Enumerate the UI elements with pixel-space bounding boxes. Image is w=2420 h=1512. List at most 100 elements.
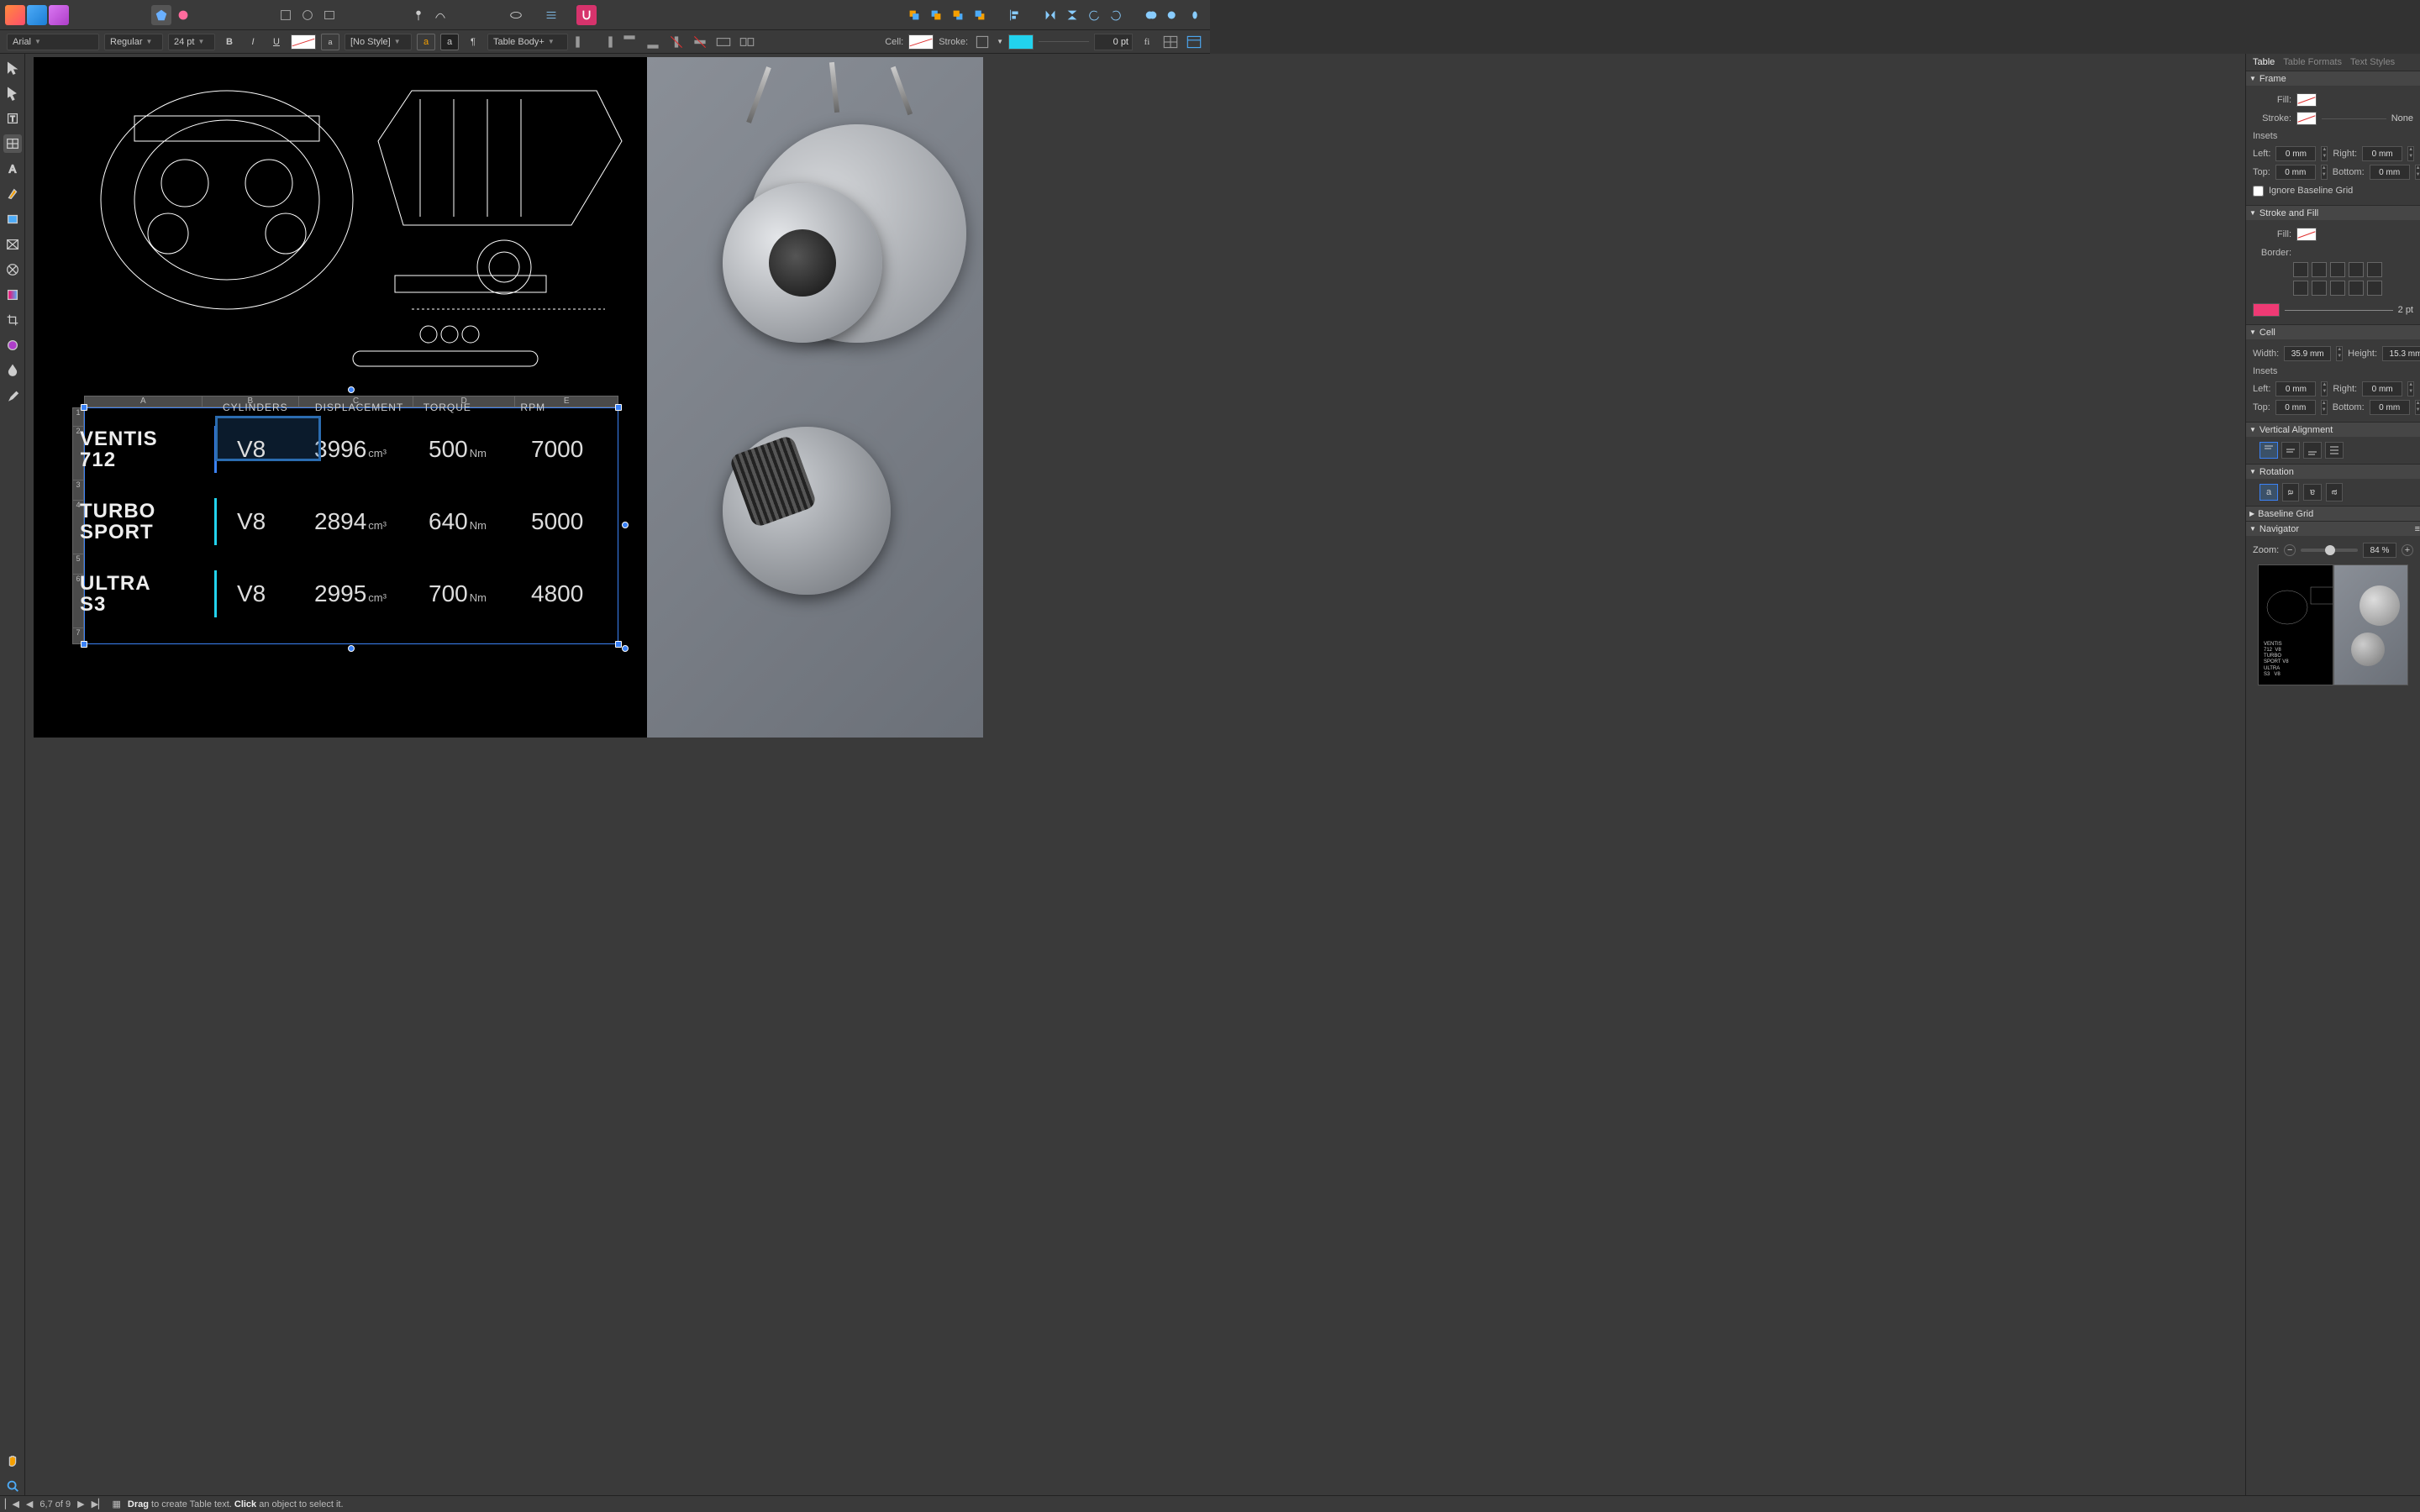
color-picker-tool[interactable]: [3, 386, 22, 405]
canvas[interactable]: A B C D E 1 2 3 4 5 6 7 CYLINDERS DISPL: [25, 54, 2245, 1495]
rotation-panel-header[interactable]: ▼Rotation: [2246, 464, 2420, 479]
zoom-slider[interactable]: [2301, 549, 2358, 552]
flip-v-icon[interactable]: [1062, 5, 1082, 25]
pin-icon[interactable]: [408, 5, 429, 25]
table-row[interactable]: VENTIS712 V8 3996cm³ 500Nm 7000: [80, 413, 618, 486]
vector-brush-tool[interactable]: [3, 336, 22, 354]
char-style-a-icon[interactable]: a: [417, 34, 435, 50]
rotate-180[interactable]: a: [2303, 484, 2322, 501]
typography-panel-icon[interactable]: fi: [1138, 34, 1156, 50]
picture-frame-tool[interactable]: [3, 235, 22, 254]
flip-h-icon[interactable]: [1040, 5, 1060, 25]
insert-col-left-icon[interactable]: [573, 34, 592, 50]
font-style-dropdown[interactable]: Regular▼: [104, 34, 163, 50]
frame-stroke-swatch[interactable]: [2296, 112, 2317, 125]
cell-inset-right[interactable]: [2362, 381, 2402, 396]
frame-inset-left[interactable]: [2275, 146, 2316, 161]
navigator-panel-header[interactable]: ▼Navigator≡: [2246, 521, 2420, 536]
snapping-icon[interactable]: [576, 5, 597, 25]
cell-height-input[interactable]: [2382, 346, 2420, 361]
cell-fill-swatch[interactable]: [908, 34, 934, 50]
next-page-button[interactable]: ▶: [77, 1499, 84, 1509]
cell-panel-header[interactable]: ▼Cell: [2246, 324, 2420, 339]
rotate-cw-icon[interactable]: [1106, 5, 1126, 25]
table-format-panel-icon[interactable]: [1185, 34, 1203, 50]
list-style-icon[interactable]: a: [440, 34, 459, 50]
stroke-color-swatch[interactable]: [1008, 34, 1034, 50]
ignore-baseline-checkbox[interactable]: [2253, 186, 2264, 197]
merge-cells-icon[interactable]: [714, 34, 733, 50]
selected-cell[interactable]: [215, 416, 321, 461]
persona-designer-icon[interactable]: [5, 5, 25, 25]
cell-width-input[interactable]: [2284, 346, 2331, 361]
valign-middle[interactable]: [2281, 442, 2300, 459]
insert-row-below-icon[interactable]: [644, 34, 662, 50]
arrange-forward-icon[interactable]: [926, 5, 946, 25]
valign-bottom[interactable]: [2303, 442, 2322, 459]
arrange-front-icon[interactable]: [904, 5, 924, 25]
paragraph-style-dropdown[interactable]: [No Style]▼: [345, 34, 412, 50]
text-color-swatch[interactable]: [291, 34, 316, 50]
rotate-90[interactable]: a: [2282, 483, 2299, 501]
node-tool[interactable]: [3, 84, 22, 102]
delete-row-icon[interactable]: [691, 34, 709, 50]
table-tool[interactable]: [3, 134, 22, 153]
bold-button[interactable]: B: [220, 34, 239, 50]
transparency-tool[interactable]: [3, 361, 22, 380]
table-panel-icon[interactable]: [1161, 34, 1180, 50]
stroke-weight-input[interactable]: [1094, 34, 1133, 50]
underline-button[interactable]: U: [267, 34, 286, 50]
baseline-panel-header[interactable]: ▶Baseline Grid: [2246, 506, 2420, 521]
frame-panel-header[interactable]: ▼Frame: [2246, 71, 2420, 86]
char-style-icon[interactable]: a: [321, 34, 339, 50]
valign-panel-header[interactable]: ▼Vertical Alignment: [2246, 422, 2420, 437]
bool-subtract-icon[interactable]: [1163, 5, 1183, 25]
rotate-270[interactable]: a: [2326, 483, 2343, 501]
move-tool[interactable]: [3, 59, 22, 77]
zoom-tool[interactable]: [3, 1477, 22, 1495]
rotate-0[interactable]: a: [2260, 484, 2278, 501]
frame-stroke-style[interactable]: None: [2391, 113, 2413, 123]
view-mode-normal-icon[interactable]: [151, 5, 171, 25]
stroke-border-picker[interactable]: [973, 34, 992, 50]
table-style-dropdown[interactable]: Table Body+▼: [487, 34, 568, 50]
table-row[interactable]: TURBOSPORT V8 2894cm³ 640Nm 5000: [80, 486, 618, 558]
first-page-button[interactable]: ▏◀: [5, 1499, 19, 1509]
fill-tool[interactable]: [3, 286, 22, 304]
zoom-input[interactable]: [2363, 543, 2396, 558]
curve-icon[interactable]: [430, 5, 450, 25]
bool-intersect-icon[interactable]: [1185, 5, 1205, 25]
valign-justify[interactable]: [2325, 442, 2344, 459]
delete-col-icon[interactable]: [667, 34, 686, 50]
artistic-text-tool[interactable]: A: [3, 160, 22, 178]
bool-add-icon[interactable]: [1141, 5, 1161, 25]
doc-view-2-icon[interactable]: [297, 5, 318, 25]
frame-inset-top[interactable]: [2275, 165, 2316, 180]
pen-tool[interactable]: [3, 185, 22, 203]
font-size-dropdown[interactable]: 24 pt▼: [168, 34, 215, 50]
page-options-icon[interactable]: ▦: [112, 1499, 120, 1509]
zoom-out-button[interactable]: −: [2284, 544, 2296, 556]
border-stroke-color[interactable]: [2253, 303, 2280, 317]
rectangle-tool[interactable]: [3, 210, 22, 228]
crop-tool[interactable]: [3, 311, 22, 329]
arrange-back-icon[interactable]: [970, 5, 990, 25]
cell-fill-swatch2[interactable]: [2296, 228, 2317, 241]
table-row[interactable]: ULTRAS3 V8 2995cm³ 700Nm 4800: [80, 558, 618, 630]
insert-row-above-icon[interactable]: [620, 34, 639, 50]
font-family-dropdown[interactable]: Arial▼: [7, 34, 99, 50]
place-image-tool[interactable]: [3, 260, 22, 279]
tab-table-formats[interactable]: Table Formats: [2283, 57, 2342, 67]
navigator-preview[interactable]: VENTIS712 V8TURBOSPORT V8ULTRAS3 V8: [2253, 559, 2413, 690]
hand-tool[interactable]: [3, 1452, 22, 1470]
border-stroke-weight[interactable]: 2 pt: [2398, 305, 2413, 315]
doc-view-3-icon[interactable]: [319, 5, 339, 25]
split-cells-icon[interactable]: [738, 34, 756, 50]
persona-publisher-icon[interactable]: [49, 5, 69, 25]
table-para-icon[interactable]: ¶: [464, 34, 482, 50]
stroke-fill-panel-header[interactable]: ▼Stroke and Fill: [2246, 205, 2420, 220]
rotate-ccw-icon[interactable]: [1084, 5, 1104, 25]
italic-button[interactable]: I: [244, 34, 262, 50]
insert-col-right-icon[interactable]: [597, 34, 615, 50]
spec-table[interactable]: CYLINDERS DISPLACEMENT TORQUE RPM VENTIS…: [80, 402, 618, 630]
